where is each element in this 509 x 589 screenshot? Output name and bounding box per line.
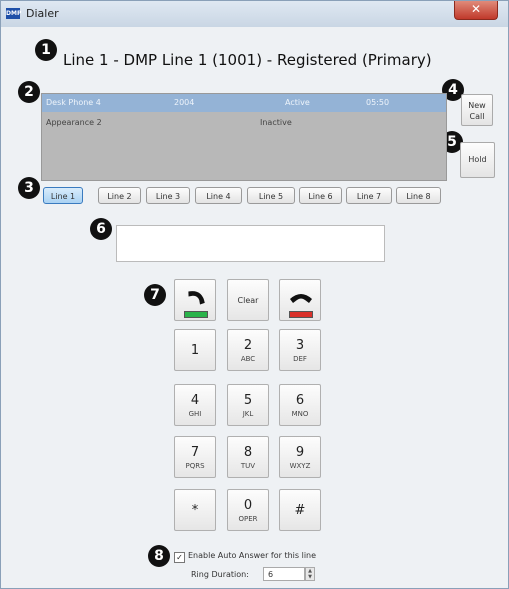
keypad-hash[interactable]: #: [279, 489, 321, 531]
line-tab-7[interactable]: Line 7: [346, 187, 392, 204]
line-tab-3[interactable]: Line 3: [146, 187, 190, 204]
key-digit: 8: [243, 445, 253, 460]
key-digit: 7: [190, 445, 200, 460]
hold-button[interactable]: Hold: [460, 142, 495, 178]
line-tab-8[interactable]: Line 8: [396, 187, 441, 204]
call-name: Appearance 2: [46, 118, 102, 127]
key-letters: MNO: [291, 410, 309, 418]
close-button[interactable]: ✕: [454, 1, 498, 20]
dialer-window: DMP Dialer ✕ 1 2 3 4 5 6 7 8 Line 1 - DM…: [0, 0, 509, 589]
callout-marker-7: 7: [144, 284, 166, 306]
key-letters: WXYZ: [289, 462, 311, 470]
key-digit: #: [294, 503, 306, 518]
key-letters: TUV: [240, 462, 256, 470]
key-letters: PQRS: [185, 462, 205, 470]
hangup-indicator: [289, 311, 313, 318]
line-tab-6[interactable]: Line 6: [299, 187, 342, 204]
key-digit: 6: [295, 393, 305, 408]
ring-duration-input[interactable]: 6: [263, 567, 305, 581]
call-status: Inactive: [260, 118, 292, 127]
key-letters: DEF: [293, 355, 307, 363]
line-tab-5[interactable]: Line 5: [247, 187, 295, 204]
keypad-4[interactable]: 4 GHI: [174, 384, 216, 426]
key-letters: GHI: [188, 410, 202, 418]
key-digit: 3: [295, 338, 305, 353]
keypad-6[interactable]: 6 MNO: [279, 384, 321, 426]
key-digit: 9: [295, 445, 305, 460]
app-icon: DMP: [6, 8, 22, 19]
spin-down-icon[interactable]: ▼: [306, 574, 314, 580]
keypad-2[interactable]: 2 ABC: [227, 329, 269, 371]
call-appearance-list: Desk Phone 4 2004 Active 05:50 Appearanc…: [41, 93, 447, 181]
call-status: Active: [285, 98, 310, 107]
line-tab-2[interactable]: Line 2: [98, 187, 141, 204]
window-title: Dialer: [26, 7, 59, 20]
call-time: 05:50: [366, 98, 390, 107]
key-letters: OPER: [238, 515, 258, 523]
call-name: Desk Phone 4: [46, 98, 101, 107]
keypad-1[interactable]: 1: [174, 329, 216, 371]
keypad-star[interactable]: *: [174, 489, 216, 531]
clear-button[interactable]: Clear: [227, 279, 269, 321]
keypad-8[interactable]: 8 TUV: [227, 436, 269, 478]
title-bar[interactable]: DMP Dialer ✕: [1, 1, 508, 27]
ring-duration-spinner[interactable]: ▲ ▼: [305, 567, 315, 581]
keypad-0[interactable]: 0 OPER: [227, 489, 269, 531]
line-tab-1[interactable]: Line 1: [43, 187, 83, 204]
key-digit: 1: [190, 343, 200, 358]
callout-marker-1: 1: [35, 39, 57, 61]
key-digit: 5: [243, 393, 253, 408]
auto-answer-checkbox[interactable]: ✓: [174, 552, 185, 563]
key-digit: *: [191, 503, 199, 518]
answer-indicator: [184, 311, 208, 318]
dial-display[interactable]: [116, 225, 385, 262]
line-status-title: Line 1 - DMP Line 1 (1001) - Registered …: [63, 51, 432, 69]
phone-hangup-icon: [290, 294, 312, 303]
keypad-5[interactable]: 5 JKL: [227, 384, 269, 426]
auto-answer-label: Enable Auto Answer for this line: [188, 551, 317, 560]
key-letters: JKL: [242, 410, 254, 418]
new-call-button[interactable]: New Call: [461, 94, 493, 126]
call-number: 2004: [174, 98, 195, 107]
callout-marker-8: 8: [148, 545, 170, 567]
clear-label: Clear: [237, 296, 259, 305]
keypad-9[interactable]: 9 WXYZ: [279, 436, 321, 478]
key-digit: 0: [243, 498, 253, 513]
answer-call-button[interactable]: [174, 279, 216, 321]
keypad-7[interactable]: 7 PQRS: [174, 436, 216, 478]
line-tab-4[interactable]: Line 4: [195, 187, 242, 204]
call-row[interactable]: Appearance 2 Inactive: [42, 114, 446, 132]
ring-duration-label: Ring Duration:: [191, 570, 249, 579]
key-digit: 2: [243, 338, 253, 353]
hangup-call-button[interactable]: [279, 279, 321, 321]
call-row-selected[interactable]: Desk Phone 4 2004 Active 05:50: [42, 94, 446, 112]
callout-marker-3: 3: [18, 177, 40, 199]
callout-marker-6: 6: [90, 218, 112, 240]
key-digit: 4: [190, 393, 200, 408]
phone-answer-icon: [188, 291, 205, 305]
callout-marker-2: 2: [18, 81, 40, 103]
key-letters: ABC: [240, 355, 256, 363]
keypad-3[interactable]: 3 DEF: [279, 329, 321, 371]
